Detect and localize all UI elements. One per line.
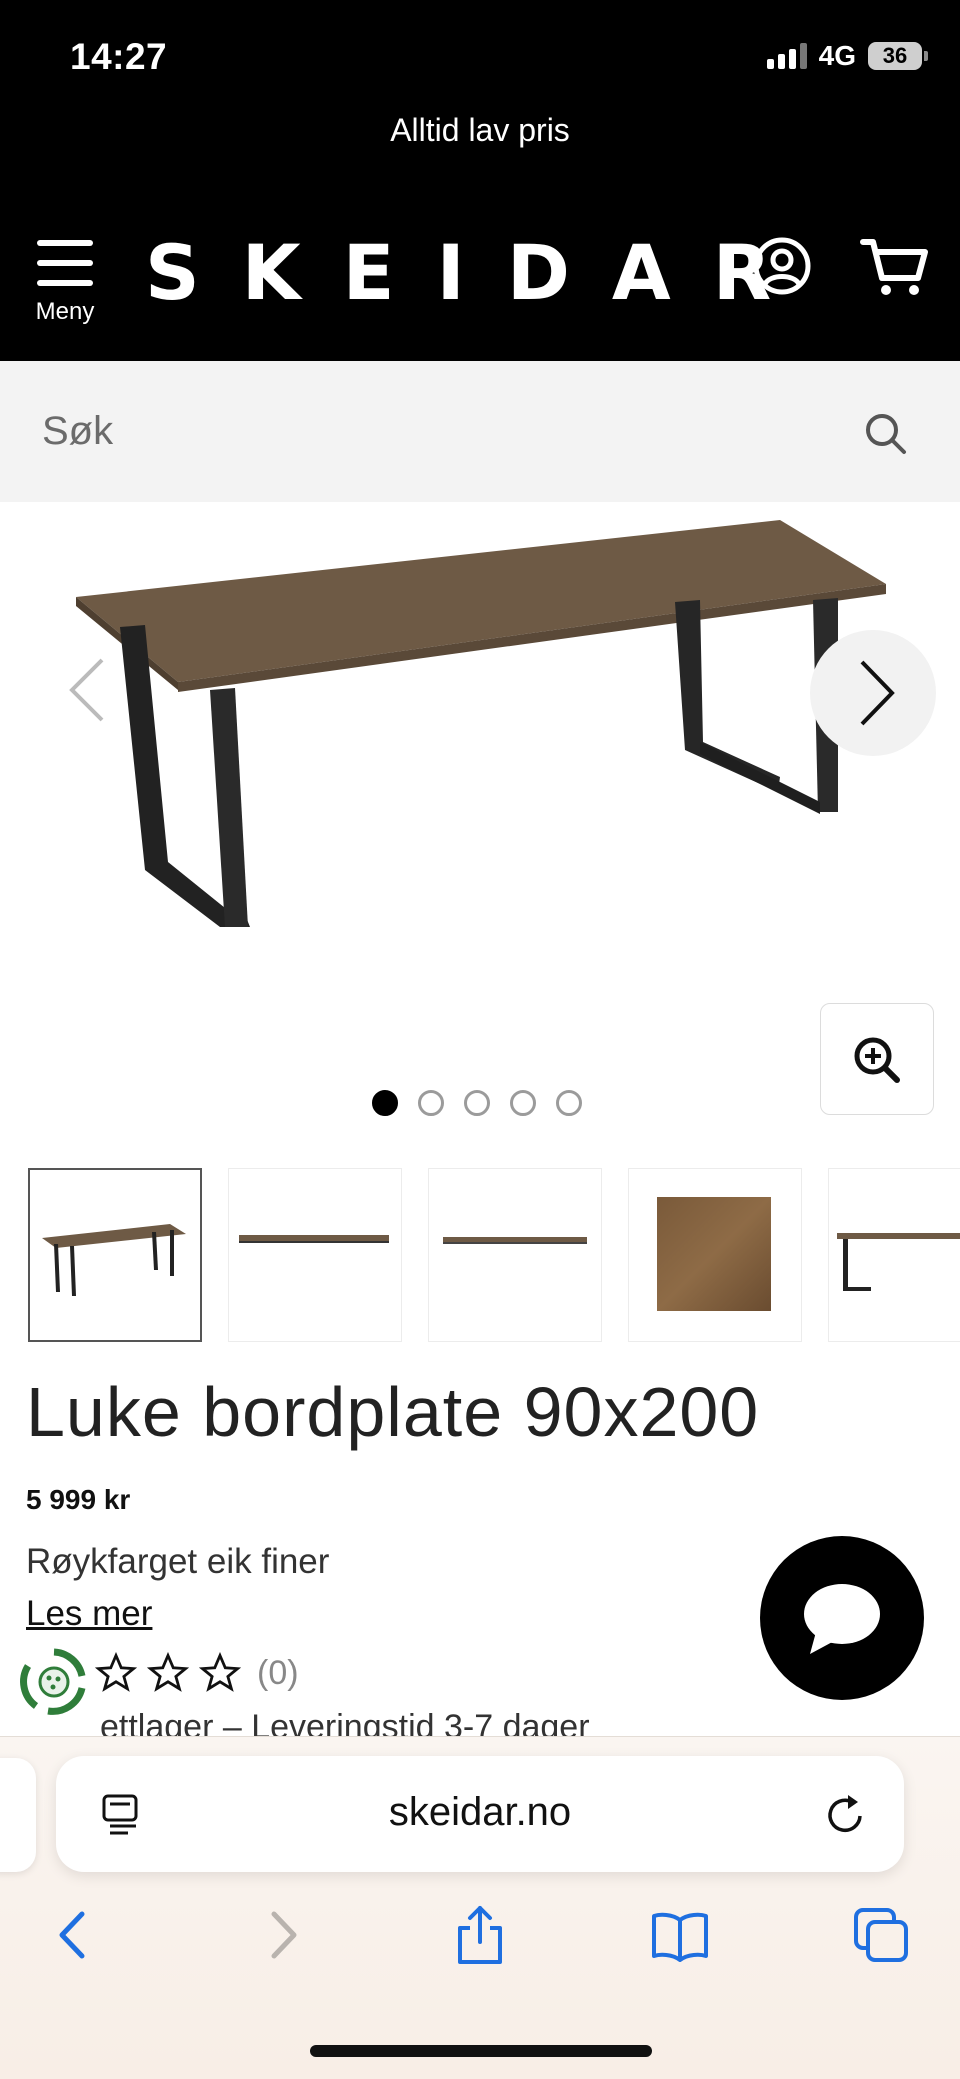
share-icon[interactable] — [450, 1904, 510, 1966]
menu-button[interactable]: Meny — [30, 240, 100, 326]
hamburger-icon — [37, 240, 93, 286]
product-image[interactable] — [60, 502, 900, 972]
status-time: 14:27 — [70, 36, 168, 77]
product-price: 5 999 kr — [26, 1484, 131, 1515]
thumbnail[interactable] — [28, 1168, 202, 1342]
chat-button[interactable] — [760, 1536, 924, 1700]
thumbnail-image — [42, 1224, 186, 1296]
thumbnail-image — [657, 1197, 771, 1311]
chevron-left-icon[interactable] — [40, 630, 140, 750]
search-icon[interactable] — [862, 410, 910, 458]
thumbnail-image — [239, 1235, 389, 1243]
thumbnail[interactable] — [828, 1168, 960, 1342]
bookmarks-icon[interactable] — [650, 1904, 710, 1966]
gallery-pagination — [372, 1090, 582, 1116]
top-header: 14:27 4G 36 Alltid lav pris Meny SKEIDAR — [0, 0, 960, 361]
url-text[interactable]: skeidar.no — [0, 1790, 960, 1835]
read-more-link[interactable]: Les mer — [26, 1594, 152, 1634]
chat-icon — [804, 1584, 880, 1654]
menu-label: Meny — [35, 298, 95, 325]
reload-icon[interactable] — [822, 1790, 870, 1838]
battery-level: 36 — [882, 43, 908, 68]
rating-count: (0) — [257, 1653, 299, 1692]
zoom-in-icon — [854, 1037, 900, 1083]
thumbnail[interactable] — [228, 1168, 402, 1342]
back-icon[interactable] — [44, 1904, 104, 1966]
product-variant: Røykfarget eik finer — [26, 1542, 330, 1581]
thumbnail-image — [837, 1233, 960, 1291]
product-title: Luke bordplate 90x200 — [26, 1373, 760, 1451]
pagination-dot[interactable] — [510, 1090, 536, 1116]
chevron-right-icon — [860, 660, 895, 726]
search-bar — [0, 361, 960, 502]
next-image-button[interactable] — [810, 630, 936, 756]
status-indicators: 4G 36 — [766, 40, 928, 72]
product-rating[interactable]: (0) — [95, 1652, 299, 1694]
thumbnail[interactable] — [628, 1168, 802, 1342]
star-icon — [95, 1652, 137, 1692]
tabs-icon[interactable] — [852, 1904, 912, 1966]
pagination-dot[interactable] — [418, 1090, 444, 1116]
star-icon — [199, 1652, 241, 1692]
site-logo[interactable]: SKEIDAR — [145, 228, 813, 317]
signal-icon — [766, 43, 807, 69]
promo-banner: Alltid lav pris — [390, 112, 570, 148]
home-indicator[interactable] — [310, 2045, 652, 2057]
zoom-button[interactable] — [820, 1003, 934, 1115]
network-type: 4G — [818, 40, 856, 71]
pagination-dot[interactable] — [556, 1090, 582, 1116]
thumbnail-strip — [28, 1168, 960, 1342]
star-icon — [147, 1652, 189, 1692]
pagination-dot[interactable] — [464, 1090, 490, 1116]
thumbnail-image — [443, 1237, 587, 1244]
eco-badge-icon[interactable] — [18, 1646, 90, 1718]
user-icon[interactable] — [752, 236, 812, 296]
battery-icon: 36 — [868, 42, 928, 70]
cart-icon[interactable] — [860, 236, 930, 300]
forward-icon[interactable] — [252, 1904, 312, 1966]
thumbnail[interactable] — [428, 1168, 602, 1342]
product-gallery — [0, 502, 960, 1142]
search-input[interactable] — [42, 401, 742, 461]
pagination-dot[interactable] — [372, 1090, 398, 1116]
